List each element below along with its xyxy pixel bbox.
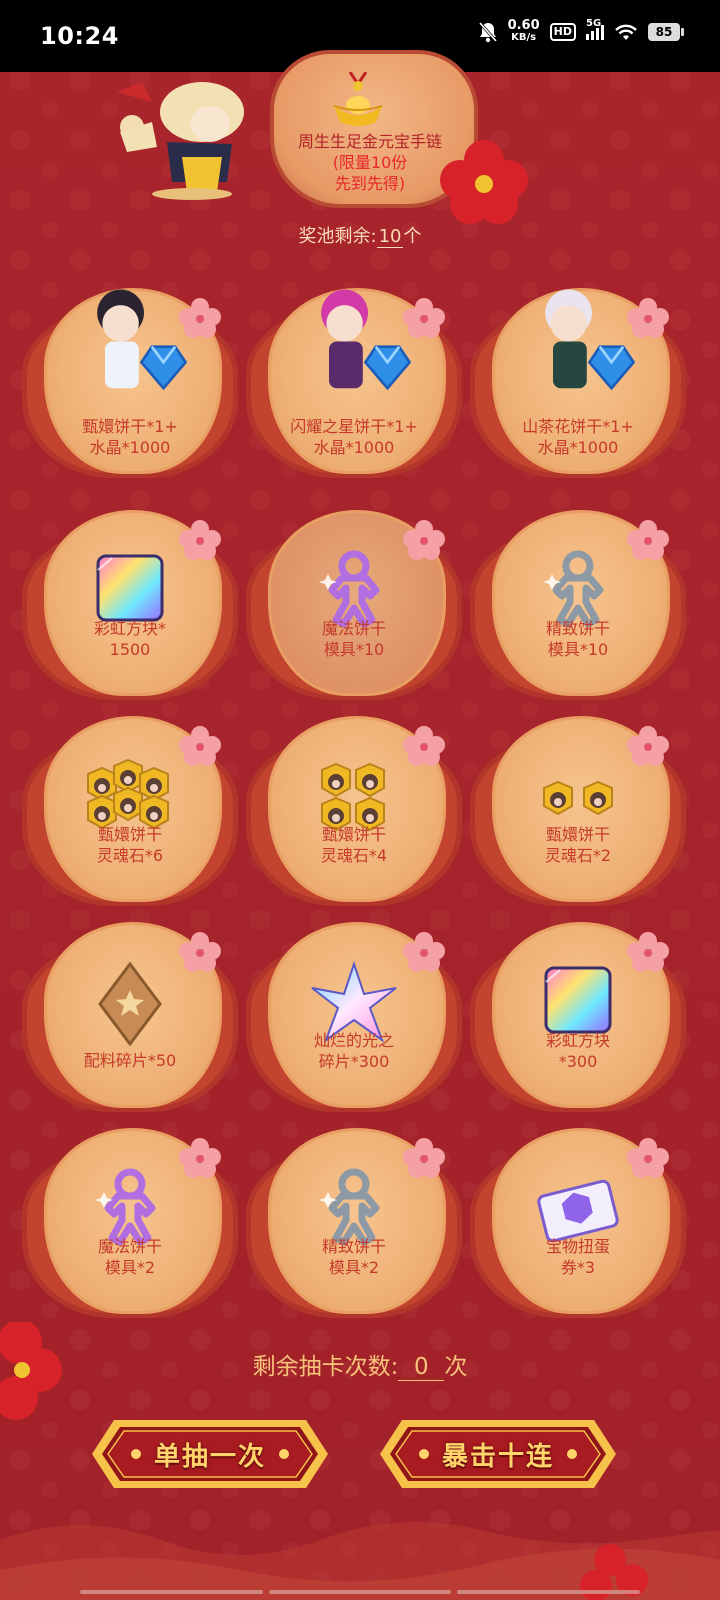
prize-label-line: 彩虹方块*	[93, 619, 166, 638]
prize-label-line: 山茶花饼干*1+	[522, 417, 634, 436]
prize-label: 闪耀之星饼干*1+ 水晶*1000	[268, 416, 440, 458]
battery-icon: 85	[648, 23, 684, 41]
prize-label-line: 水晶*1000	[537, 438, 619, 457]
prize-label: 精致饼干模具*2	[268, 1236, 440, 1278]
status-time: 10:24	[40, 22, 119, 50]
prize-label: 精致饼干模具*10	[492, 618, 664, 660]
prize-label-line: 配料碎片*50	[83, 1051, 177, 1070]
prize-card: 配料碎片*50	[22, 922, 238, 1112]
prize-label-line: 甄嬛饼干	[545, 825, 610, 844]
prize-card: 甄嬛饼干灵魂石*4	[246, 716, 462, 906]
prize-label: 山茶花饼干*1+ 水晶*1000	[492, 416, 664, 458]
cookie-character-icon	[117, 82, 244, 200]
plum-blossom-icon	[0, 1322, 62, 1420]
plum-blossom-icon	[179, 1138, 221, 1178]
prize-label-line: 模具*10	[547, 640, 609, 659]
prize-label-line: 灵魂石*6	[96, 846, 164, 865]
prize-label: 宝物扭蛋券*3	[492, 1236, 664, 1278]
plum-blossom-icon	[627, 932, 669, 972]
prize-label: 配料碎片*50	[44, 1050, 216, 1071]
plum-blossom-icon	[403, 520, 445, 560]
prize-label-line: 精致饼干	[545, 619, 610, 638]
prize-card: 甄嬛饼干灵魂石*2	[470, 716, 686, 906]
prize-label-line: 魔法饼干	[321, 619, 386, 638]
plum-blossom-icon	[403, 932, 445, 972]
prize-card: 精致饼干模具*2	[246, 1128, 462, 1318]
mute-bell-icon	[478, 22, 497, 43]
prize-label-line: 灵魂石*2	[544, 846, 612, 865]
prize-label-line: 甄嬛饼干*1+	[82, 417, 178, 436]
prize-card: 山茶花饼干*1+ 水晶*1000	[470, 288, 686, 478]
prize-card: 灿烂的光之碎片*300	[246, 922, 462, 1112]
prize-label: 甄嬛饼干灵魂石*6	[44, 824, 216, 866]
status-icons: 0.60 KB/s HD 5G 85	[478, 18, 684, 44]
prize-label-line: 模具*10	[323, 640, 385, 659]
cloud-decoration-icon	[0, 1522, 720, 1600]
prize-label-line: 宝物扭蛋	[545, 1237, 610, 1256]
prize-label-line: *300	[558, 1052, 598, 1071]
topping-shard-icon	[98, 961, 162, 1047]
plum-blossom-icon	[627, 726, 669, 766]
plum-blossom-icon	[179, 520, 221, 560]
prize-label-line: 模具*2	[328, 1258, 380, 1277]
prize-card: 精致饼干模具*10	[470, 510, 686, 700]
prize-label-line: 魔法饼干	[97, 1237, 162, 1256]
gold-ingot-icon	[333, 72, 383, 126]
prize-label-line: 灿烂的光之	[313, 1031, 394, 1050]
prize-label: 魔法饼干模具*2	[44, 1236, 216, 1278]
plum-blossom-icon	[627, 520, 669, 560]
remaining-draws: 剩余抽卡次数: 0 次	[252, 1354, 468, 1381]
prize-label-line: 模具*2	[104, 1258, 156, 1277]
prize-label-line: 券*3	[560, 1258, 596, 1277]
plum-blossom-icon	[440, 140, 528, 224]
prize-label-line: 精致饼干	[321, 1237, 386, 1256]
prize-label-line: 闪耀之星饼干*1+	[290, 417, 418, 436]
prize-label-line: 水晶*1000	[313, 438, 395, 457]
home-indicator	[80, 1590, 641, 1594]
wifi-icon	[615, 24, 637, 40]
plum-blossom-icon	[403, 1138, 445, 1178]
plum-blossom-icon	[179, 932, 221, 972]
prize-label-line: 碎片*300	[318, 1052, 390, 1071]
prize-card: 魔法饼干模具*10	[246, 510, 462, 700]
prize-card: 甄嬛饼干*1+ 水晶*1000	[22, 288, 238, 478]
single-draw-button[interactable]: 单抽一次	[90, 1418, 330, 1490]
prize-label: 彩虹方块* 1500	[44, 618, 216, 660]
prize-card: 甄嬛饼干灵魂石*6	[22, 716, 238, 906]
prize-card: 宝物扭蛋券*3	[470, 1128, 686, 1318]
prize-label-line: 彩虹方块	[545, 1031, 610, 1050]
prize-label-line: 1500	[109, 640, 151, 659]
network-speed: 0.60 KB/s	[507, 18, 540, 43]
prize-label-line: 灵魂石*4	[320, 846, 388, 865]
prize-label: 甄嬛饼干*1+ 水晶*1000	[44, 416, 216, 458]
plum-blossom-icon	[627, 1138, 669, 1178]
pool-remaining: 奖池剩余: 10 个	[298, 226, 422, 248]
prize-card: 彩虹方块 *300	[470, 922, 686, 1112]
prize-card: 彩虹方块* 1500	[22, 510, 238, 700]
prize-label-line: 甄嬛饼干	[97, 825, 162, 844]
prize-label: 彩虹方块 *300	[492, 1030, 664, 1072]
prize-card: 闪耀之星饼干*1+ 水晶*1000	[246, 288, 462, 478]
hd-icon: HD	[549, 23, 576, 41]
prize-label: 甄嬛饼干灵魂石*4	[268, 824, 440, 866]
cookie-character-crystal-icon	[545, 289, 636, 391]
prize-label-line: 水晶*1000	[89, 438, 171, 457]
plum-blossom-icon	[403, 726, 445, 766]
cookie-character-crystal-icon	[97, 289, 188, 391]
plum-blossom-icon	[179, 726, 221, 766]
prize-label: 甄嬛饼干灵魂石*2	[492, 824, 664, 866]
prize-label-line: 甄嬛饼干	[321, 825, 386, 844]
ten-draw-button[interactable]: 暴击十连	[378, 1418, 618, 1490]
prize-label: 灿烂的光之碎片*300	[268, 1030, 440, 1072]
cellular-signal-icon: 5G	[586, 18, 604, 40]
cookie-character-crystal-icon	[321, 289, 412, 391]
prize-card: 魔法饼干模具*2	[22, 1128, 238, 1318]
prize-label: 魔法饼干模具*10	[268, 618, 440, 660]
